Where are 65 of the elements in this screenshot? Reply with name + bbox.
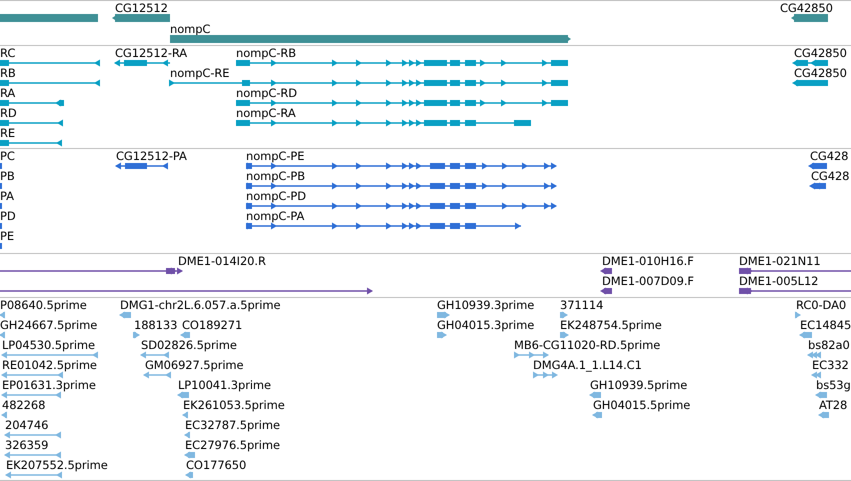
feature-label: CG428 bbox=[810, 149, 848, 163]
feature-label: CG42850 bbox=[794, 46, 847, 60]
feature-label: DME1-014I20.R bbox=[178, 254, 266, 268]
feature-label: GH10939.3prime bbox=[437, 298, 534, 312]
feature-label: PB bbox=[0, 169, 15, 183]
feature-label: DMG1-chr2L.6.057.a.5prime bbox=[120, 298, 280, 312]
feature-label: 482268 bbox=[2, 398, 46, 412]
feature-label: PA bbox=[0, 189, 14, 203]
feature-label: MB6-CG11020-RD.5prime bbox=[514, 338, 660, 352]
feature-label: RB bbox=[0, 66, 16, 80]
feature-label: CG12512-RA bbox=[115, 46, 188, 60]
feature-label: nompC-PE bbox=[246, 149, 304, 163]
feature-label: GH04015.3prime bbox=[437, 318, 534, 332]
feature-label: EC27976.5prime bbox=[185, 438, 280, 452]
feature-label: CG42850 bbox=[794, 66, 847, 80]
feature-label: RC0-DA0 bbox=[796, 298, 846, 312]
feature-label: EK248754.5prime bbox=[560, 318, 662, 332]
feature-label: nompC-RE bbox=[170, 66, 230, 80]
feature-label: 371114 bbox=[560, 298, 604, 312]
feature-label: GH10939.5prime bbox=[590, 378, 688, 392]
feature-label: RC bbox=[0, 46, 16, 60]
feature-label: 204746 bbox=[5, 418, 48, 432]
feature-label: EK261053.5prime bbox=[183, 398, 285, 412]
feature-label: CG12512 bbox=[115, 1, 168, 15]
feature-label: EC332 bbox=[812, 358, 849, 372]
feature-label: nompC-PD bbox=[246, 189, 306, 203]
feature-label: CG12512-PA bbox=[116, 149, 187, 163]
feature-label: DME1-007D09.F bbox=[602, 274, 694, 288]
feature-label: GH24667.5prime bbox=[0, 318, 98, 332]
feature-label: nompC-PB bbox=[246, 169, 306, 183]
feature-label: 188133 bbox=[134, 318, 178, 332]
feature-label: nompC-PA bbox=[246, 209, 304, 223]
feature-label: bs53g bbox=[816, 378, 851, 392]
feature-label: DME1-010H16.F bbox=[602, 254, 694, 268]
feature-label: PE bbox=[0, 229, 14, 243]
feature-label: RE01042.5prime bbox=[2, 358, 97, 372]
feature-label: SD02826.5prime bbox=[141, 338, 237, 352]
feature-label: RE bbox=[0, 126, 16, 140]
feature-label: nompC-RA bbox=[236, 106, 296, 120]
feature-label: GH04015.5prime bbox=[593, 398, 690, 412]
feature-label: EK207552.5prime bbox=[6, 458, 108, 472]
feature-label: 326359 bbox=[5, 438, 48, 452]
feature-label: bs82a0 bbox=[808, 338, 850, 352]
feature-label: EC14845 bbox=[800, 318, 851, 332]
feature-label: CG42850 bbox=[780, 1, 833, 15]
feature-label: EC32787.5prime bbox=[185, 418, 280, 432]
feature-label: nompC bbox=[170, 22, 210, 36]
feature-label: EP01631.3prime bbox=[2, 378, 96, 392]
feature-label: RA bbox=[0, 86, 16, 100]
feature-label: DME1-021N11 bbox=[739, 254, 821, 268]
feature-label: PD bbox=[0, 209, 16, 223]
feature-label: RD bbox=[0, 106, 17, 120]
feature-label: AT28 bbox=[819, 398, 848, 412]
feature-label: CG428 bbox=[811, 169, 850, 183]
feature-label: PC bbox=[0, 149, 15, 163]
feature-label: nompC-RB bbox=[236, 46, 296, 60]
feature-label: DMG4A.1_1.L14.C1 bbox=[533, 358, 642, 372]
feature-label: LP10041.3prime bbox=[178, 378, 271, 392]
feature-label: nompC-RD bbox=[236, 86, 298, 100]
feature-label: LP04530.5prime bbox=[2, 338, 95, 352]
feature-label: CO189271 bbox=[182, 318, 242, 332]
feature-label: P08640.5prime bbox=[0, 298, 87, 312]
feature-label: DME1-005L12 bbox=[739, 274, 818, 288]
feature-label: CO177650 bbox=[186, 458, 246, 472]
feature-label: GM06927.5prime bbox=[145, 358, 244, 372]
